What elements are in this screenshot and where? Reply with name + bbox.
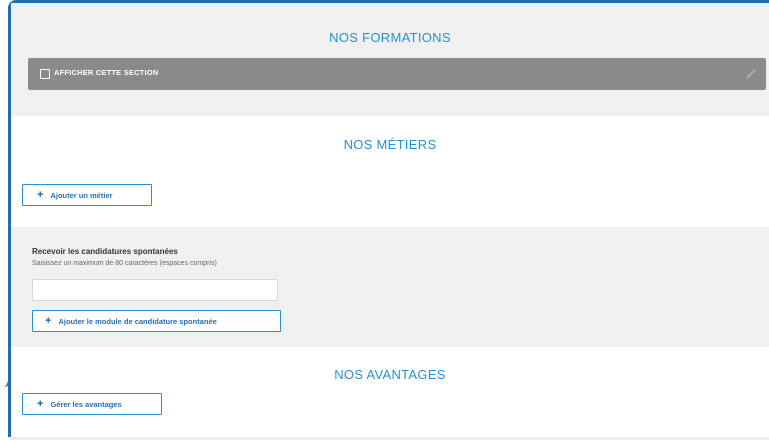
- add-metier-button[interactable]: + Ajouter un métier: [22, 184, 152, 206]
- show-section-label: AFFICHER CETTE SECTION: [54, 68, 159, 77]
- section-formations: NOS FORMATIONS AFFICHER CETTE SECTION: [11, 3, 769, 116]
- section-metiers: NOS MÉTIERS + Ajouter un métier: [11, 116, 769, 227]
- candidatures-input[interactable]: [32, 279, 278, 301]
- show-section-checkbox[interactable]: [40, 69, 50, 79]
- section-title-avantages: NOS AVANTAGES: [334, 367, 446, 382]
- candidatures-hint: Saisissez un maximum de 80 caractères (e…: [32, 260, 217, 267]
- manage-avantages-label: Gérer les avantages: [50, 399, 122, 409]
- add-candidature-module-label: Ajouter le module de candidature spontan…: [58, 316, 217, 326]
- add-metier-label: Ajouter un métier: [50, 190, 113, 200]
- show-section-bar[interactable]: AFFICHER CETTE SECTION: [28, 58, 766, 90]
- manage-avantages-button[interactable]: + Gérer les avantages: [22, 393, 162, 415]
- plus-icon: +: [45, 314, 52, 327]
- editor-frame: NOS FORMATIONS AFFICHER CETTE SECTION NO…: [8, 0, 769, 440]
- add-candidature-module-button[interactable]: + Ajouter le module de candidature spont…: [32, 310, 281, 332]
- section-title-formations: NOS FORMATIONS: [329, 30, 451, 45]
- plus-icon: +: [37, 188, 44, 201]
- plus-icon: +: [37, 397, 44, 410]
- pencil-icon[interactable]: [744, 67, 758, 81]
- candidatures-title: Recevoir les candidatures spontanées: [32, 247, 178, 256]
- section-title-metiers: NOS MÉTIERS: [343, 137, 437, 152]
- section-candidatures: Recevoir les candidatures spontanées Sai…: [11, 227, 769, 347]
- section-avantages: NOS AVANTAGES + Gérer les avantages: [11, 347, 769, 437]
